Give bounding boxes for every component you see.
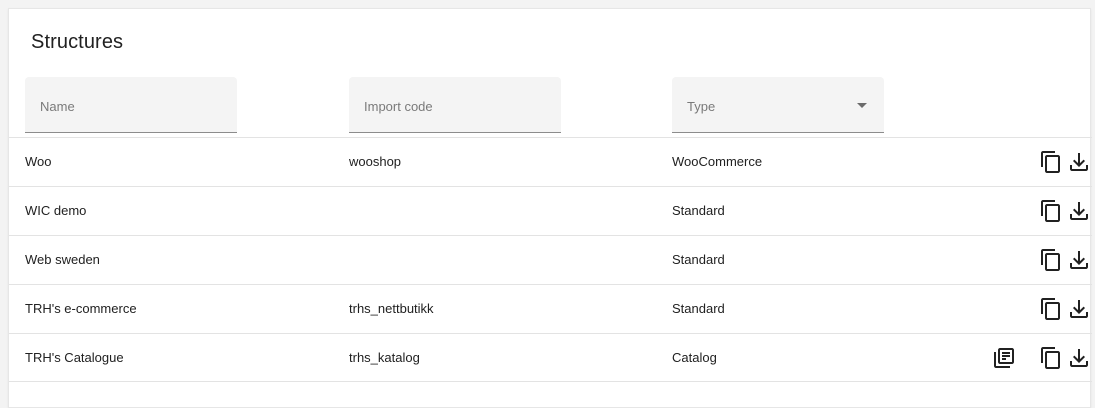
download-icon[interactable]: [1067, 199, 1091, 223]
import-code-filter-label: Import code: [364, 99, 433, 114]
copy-icon[interactable]: [1039, 346, 1063, 370]
download-icon[interactable]: [1067, 150, 1091, 174]
type-filter-label: Type: [687, 99, 716, 114]
table-row[interactable]: WIC demo Standard: [9, 186, 1092, 235]
copy-icon[interactable]: [1039, 297, 1063, 321]
row-name: Woo: [25, 154, 52, 169]
structures-table: Woo wooshop WooCommerce WIC demo Standar…: [9, 137, 1092, 382]
row-type: WooCommerce: [672, 154, 763, 169]
download-icon[interactable]: [1067, 248, 1091, 272]
structures-card: Structures Name Import code Type Woo woo…: [8, 8, 1092, 408]
download-icon[interactable]: [1067, 297, 1091, 321]
row-name: Web sweden: [25, 252, 100, 267]
page-title: Structures: [31, 31, 124, 53]
copy-icon[interactable]: [1039, 199, 1063, 223]
table-row[interactable]: TRH's Catalogue trhs_katalog Catalog: [9, 333, 1092, 382]
row-name: WIC demo: [25, 203, 87, 218]
import-code-filter-field[interactable]: Import code: [349, 77, 561, 133]
table-row[interactable]: Woo wooshop WooCommerce: [9, 137, 1092, 186]
row-import-code: wooshop: [349, 154, 402, 169]
table-row[interactable]: TRH's e-commerce trhs_nettbutikk Standar…: [9, 284, 1092, 333]
row-type: Standard: [672, 252, 725, 267]
row-type: Standard: [672, 301, 725, 316]
name-filter-label: Name: [40, 99, 75, 114]
copy-icon[interactable]: [1039, 248, 1063, 272]
name-filter-field[interactable]: Name: [25, 77, 237, 133]
download-icon[interactable]: [1067, 346, 1091, 370]
type-filter-select[interactable]: Type: [672, 77, 884, 133]
copy-icon[interactable]: [1039, 150, 1063, 174]
row-name: TRH's Catalogue: [25, 350, 124, 365]
row-name: TRH's e-commerce: [25, 301, 137, 316]
row-type: Catalog: [672, 350, 717, 365]
row-type: Standard: [672, 203, 725, 218]
catalog-icon[interactable]: [992, 346, 1016, 370]
chevron-down-icon: [857, 103, 867, 108]
row-import-code: trhs_nettbutikk: [349, 301, 434, 316]
row-import-code: trhs_katalog: [349, 350, 420, 365]
table-row[interactable]: Web sweden Standard: [9, 235, 1092, 284]
